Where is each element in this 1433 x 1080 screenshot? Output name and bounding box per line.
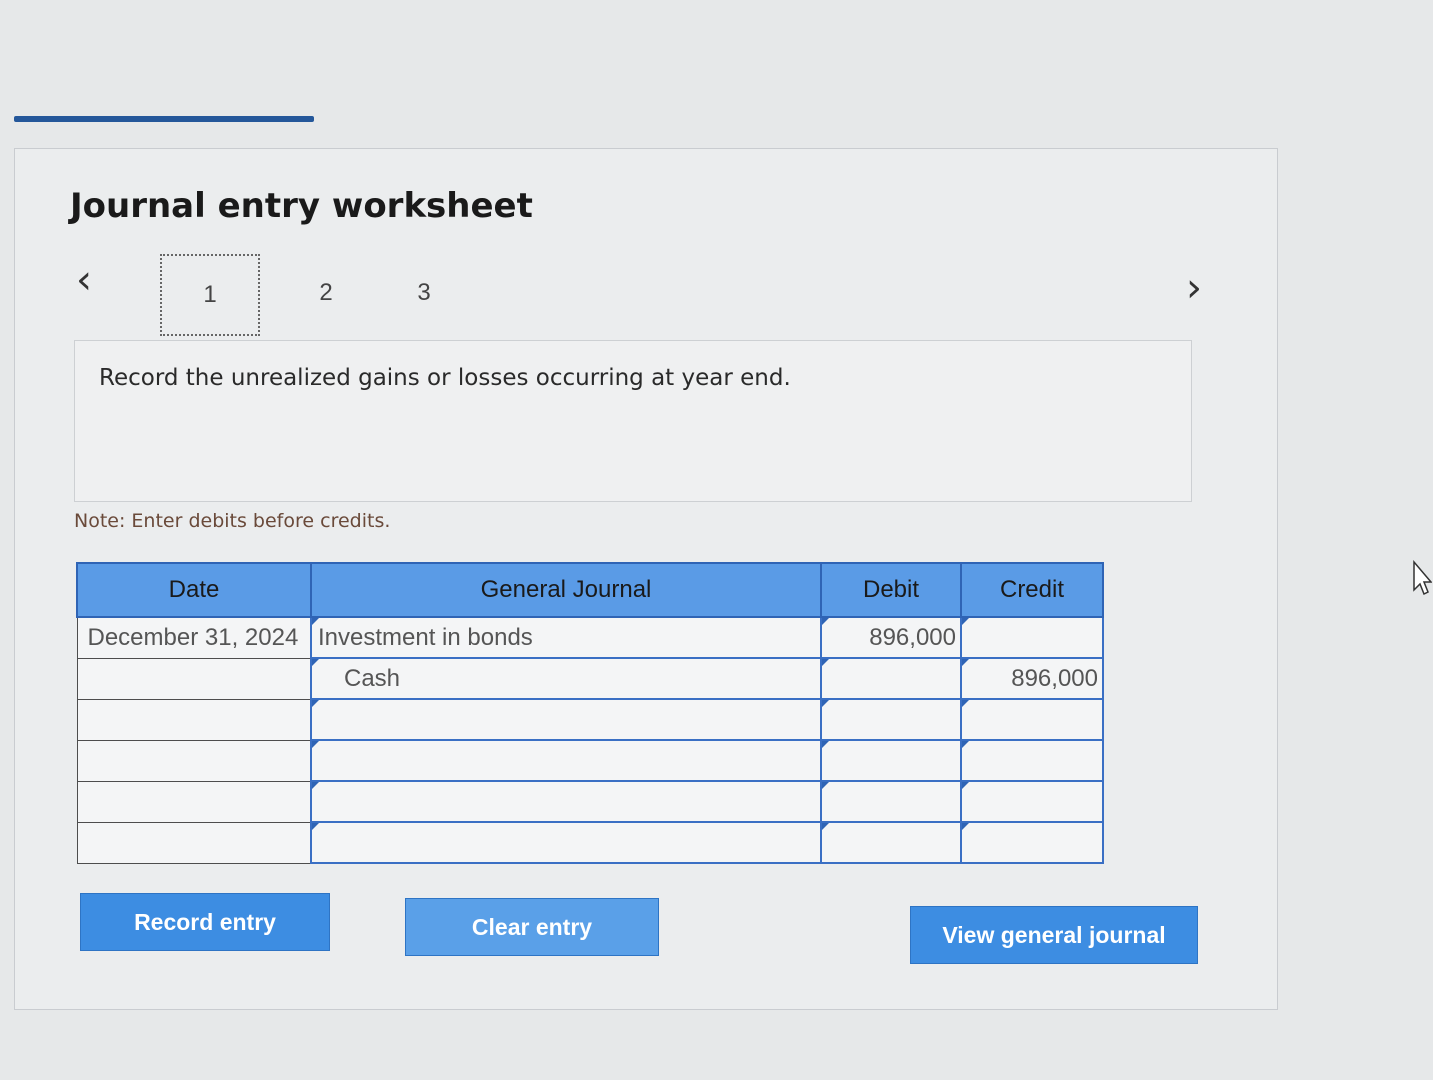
credit-input[interactable] (960, 821, 1104, 864)
credit-input[interactable] (960, 616, 1104, 659)
date-cell[interactable] (76, 657, 312, 700)
account-input[interactable] (310, 821, 822, 864)
table-row: December 31, 2024 Investment in bonds 89… (76, 616, 1104, 659)
debit-input[interactable] (820, 739, 962, 782)
credit-input[interactable] (960, 739, 1104, 782)
date-cell[interactable] (76, 780, 312, 823)
credit-input[interactable] (960, 698, 1104, 741)
debit-input[interactable] (820, 657, 962, 700)
debit-input[interactable] (820, 821, 962, 864)
account-input[interactable]: Investment in bonds (310, 616, 822, 659)
instruction-box: Record the unrealized gains or losses oc… (74, 340, 1192, 502)
date-cell[interactable] (76, 739, 312, 782)
view-general-journal-button[interactable]: View general journal (910, 906, 1198, 964)
debit-input[interactable] (820, 698, 962, 741)
journal-entry-table: Date General Journal Debit Credit Decemb… (76, 562, 1104, 864)
date-cell[interactable] (76, 821, 312, 864)
table-row (76, 739, 1104, 782)
step-tab-1[interactable]: 1 (160, 254, 260, 336)
credit-input[interactable] (960, 780, 1104, 823)
chevron-left-icon[interactable]: ‹ (76, 260, 92, 300)
instruction-text: Record the unrealized gains or losses oc… (99, 365, 791, 391)
debit-input[interactable]: 896,000 (820, 616, 962, 659)
table-row: Cash 896,000 (76, 657, 1104, 700)
record-entry-button[interactable]: Record entry (80, 893, 330, 951)
table-row (76, 821, 1104, 864)
step-tab-3[interactable]: 3 (376, 254, 472, 332)
mouse-pointer-icon (1413, 560, 1432, 596)
header-general-journal: General Journal (310, 562, 822, 618)
date-cell[interactable]: December 31, 2024 (76, 616, 312, 659)
table-row (76, 780, 1104, 823)
debit-input[interactable] (820, 780, 962, 823)
chevron-right-icon[interactable]: › (1186, 268, 1202, 308)
header-debit: Debit (820, 562, 962, 618)
account-input[interactable] (310, 739, 822, 782)
clear-entry-button[interactable]: Clear entry (405, 898, 659, 956)
table-row (76, 698, 1104, 741)
date-cell[interactable] (76, 698, 312, 741)
worksheet-title: Journal entry worksheet (70, 186, 533, 226)
header-credit: Credit (960, 562, 1104, 618)
account-input[interactable] (310, 780, 822, 823)
top-accent-bar (14, 116, 314, 122)
entry-note: Note: Enter debits before credits. (74, 510, 391, 532)
account-input[interactable] (310, 698, 822, 741)
credit-input[interactable]: 896,000 (960, 657, 1104, 700)
step-tab-2[interactable]: 2 (278, 254, 374, 332)
table-header-row: Date General Journal Debit Credit (76, 562, 1104, 618)
account-input[interactable]: Cash (310, 657, 822, 700)
header-date: Date (76, 562, 312, 618)
